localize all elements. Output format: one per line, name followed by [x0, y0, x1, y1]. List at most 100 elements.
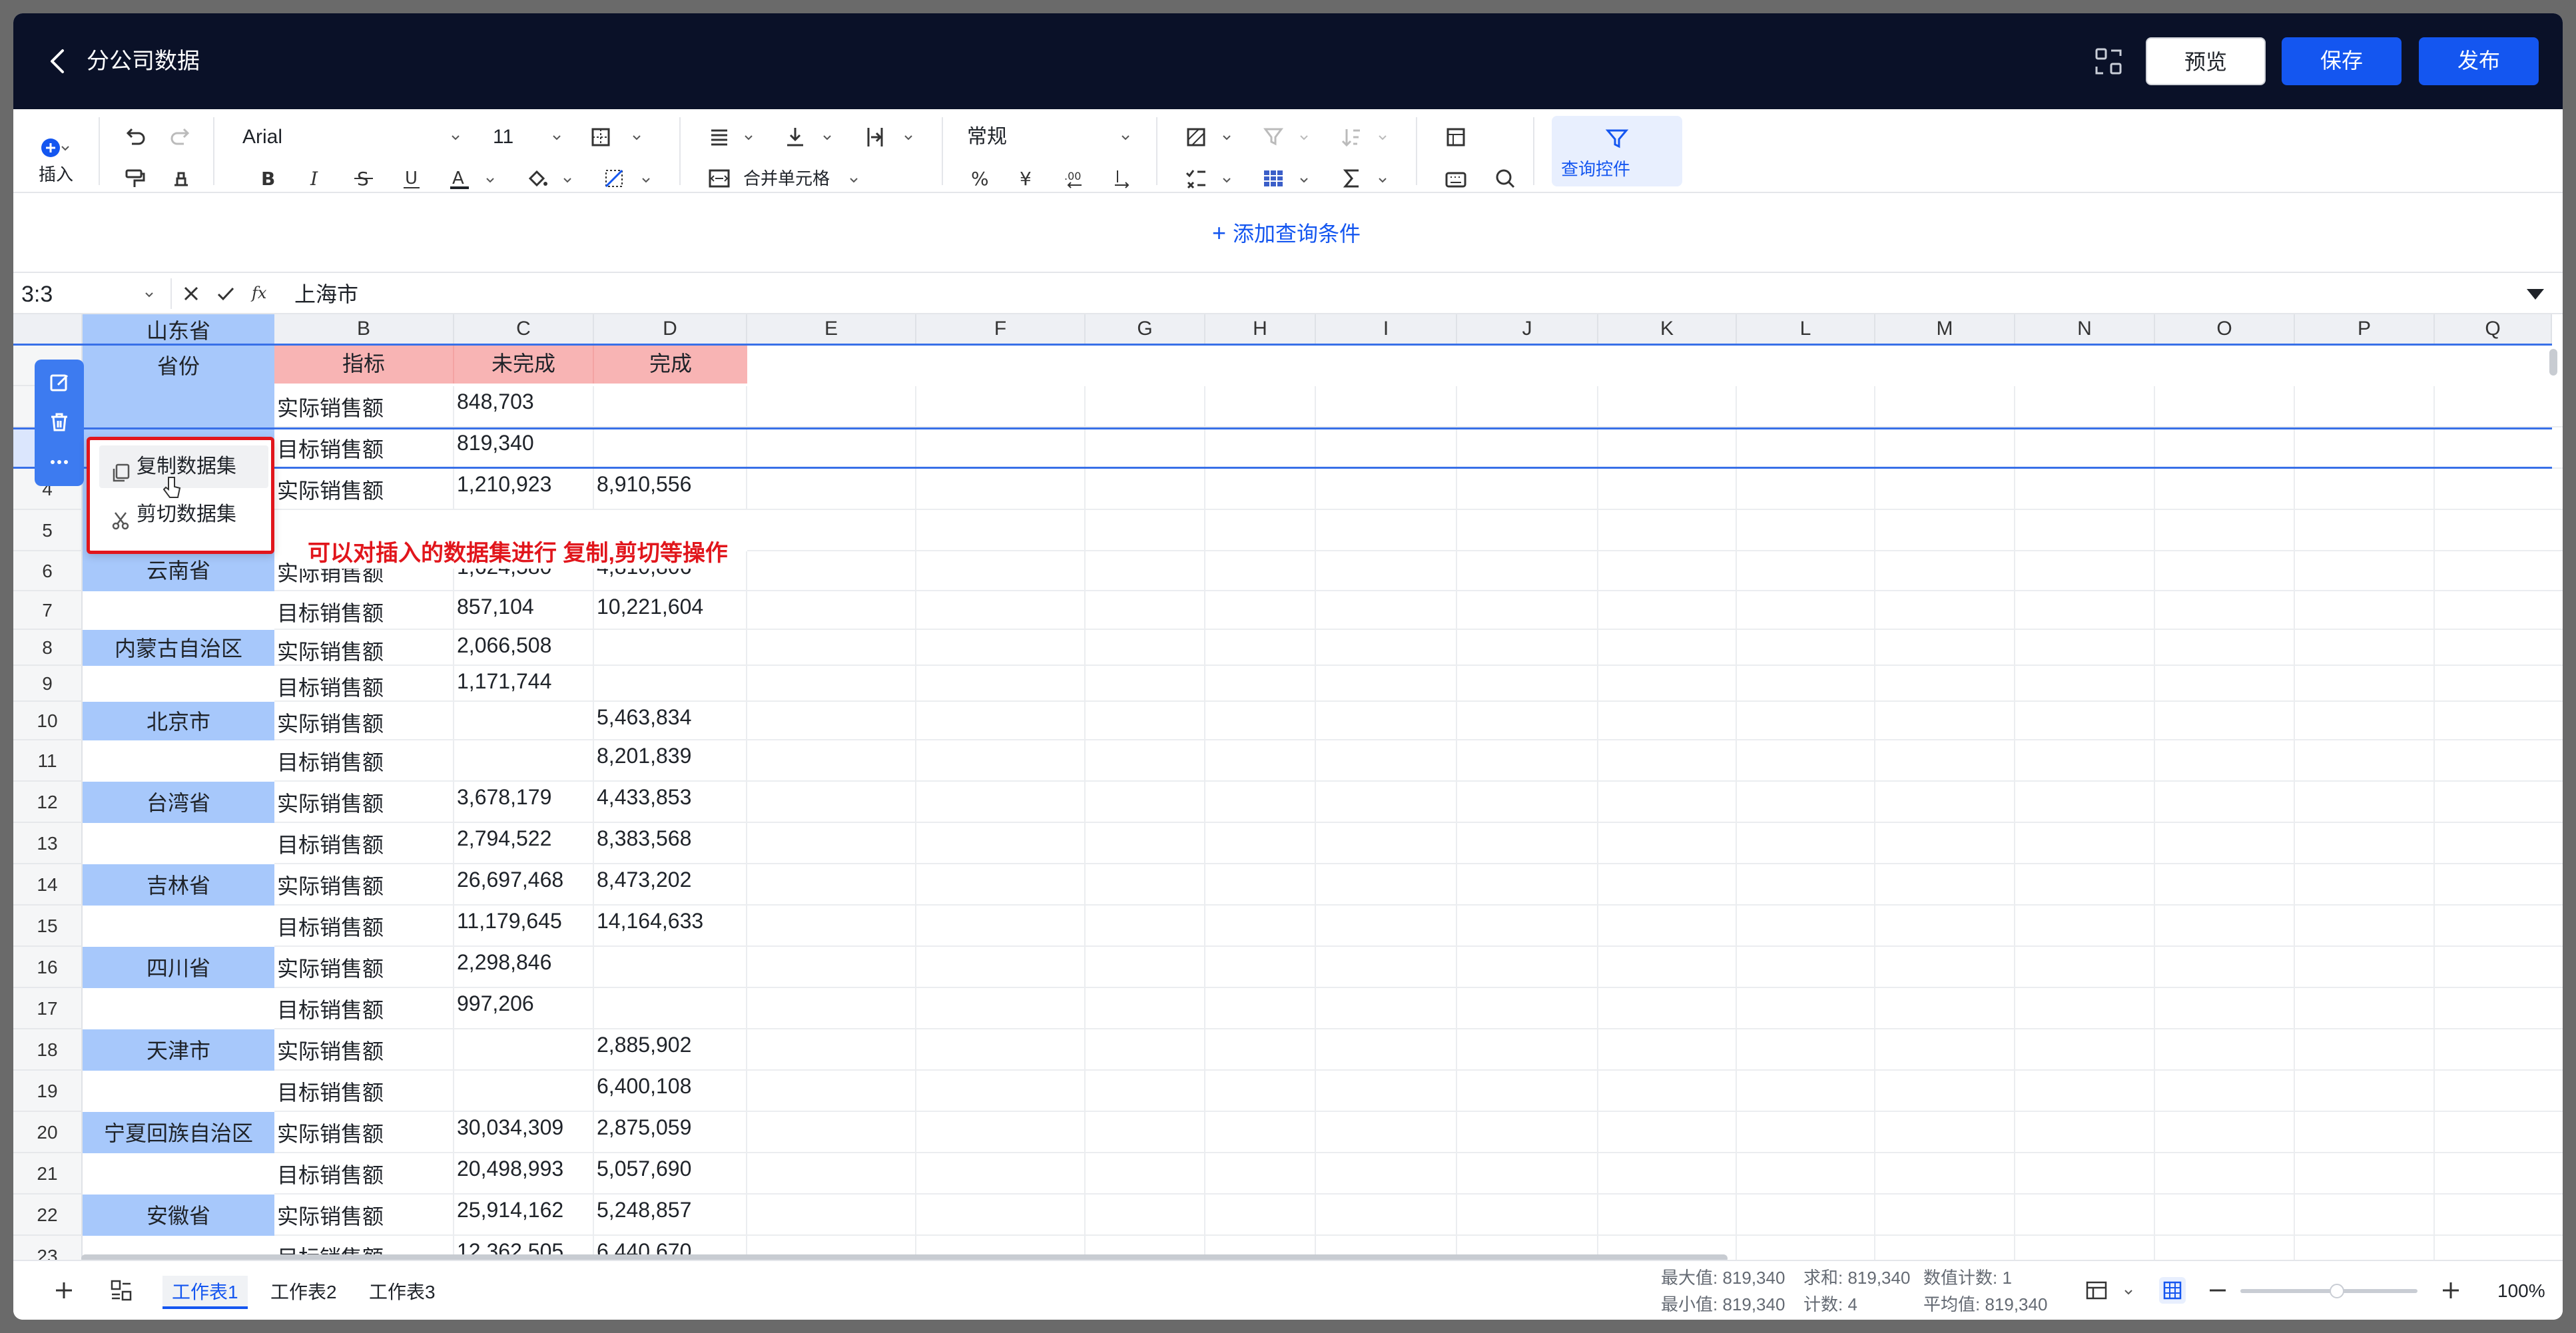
grid-cell[interactable] [1598, 740, 1737, 782]
grid-cell[interactable] [916, 823, 1086, 864]
complete-cell[interactable]: 4,433,853 [594, 782, 747, 823]
grid-cell[interactable] [1316, 591, 1457, 630]
grid-cell[interactable] [2295, 630, 2435, 666]
row-header[interactable]: 10 [13, 702, 83, 740]
row-header[interactable]: 21 [13, 1153, 83, 1195]
column-header[interactable]: C [454, 314, 594, 345]
grid-cell[interactable] [1316, 666, 1457, 702]
grid-cell[interactable] [1205, 864, 1316, 906]
grid-cell[interactable] [916, 591, 1086, 630]
metric-cell[interactable]: 目标销售额 [274, 906, 454, 947]
grid-cell[interactable] [1086, 823, 1205, 864]
incomplete-cell[interactable]: 25,914,162 [454, 1195, 594, 1236]
grid-cell[interactable] [2015, 469, 2155, 510]
chevron-down-icon[interactable] [1220, 131, 1233, 144]
grid-cell[interactable] [1598, 823, 1737, 864]
grid-cell[interactable] [1598, 906, 1737, 947]
grid-cell[interactable] [2435, 1029, 2563, 1071]
grid-cell[interactable] [2435, 864, 2563, 906]
grid-cell[interactable] [2155, 864, 2295, 906]
grid-cell[interactable] [1316, 1029, 1457, 1071]
grid-cell[interactable] [2155, 591, 2295, 630]
edit-icon[interactable] [46, 369, 73, 396]
grid-cell[interactable] [1316, 823, 1457, 864]
grid-cell[interactable] [2295, 988, 2435, 1029]
grid-cell[interactable] [1598, 510, 1737, 551]
grid-cell[interactable] [1457, 386, 1598, 427]
grid-cell[interactable] [2015, 906, 2155, 947]
grid-cell[interactable] [1316, 988, 1457, 1029]
grid-cell[interactable] [2435, 510, 2563, 551]
grid-cell[interactable] [1598, 988, 1737, 1029]
grid-cell[interactable] [1457, 1195, 1598, 1236]
grid-cell[interactable] [1086, 386, 1205, 427]
grid-cell[interactable] [747, 469, 916, 510]
grid-cell[interactable] [916, 906, 1086, 947]
more-options-icon[interactable] [46, 449, 73, 475]
grid-cell[interactable] [916, 666, 1086, 702]
zoom-slider-handle[interactable] [2330, 1284, 2344, 1298]
chevron-down-icon[interactable] [1297, 131, 1311, 144]
incomplete-cell[interactable]: 26,697,468 [454, 864, 594, 906]
grid-cell[interactable] [2435, 386, 2563, 427]
grid-cell[interactable] [747, 591, 916, 630]
grid-cell[interactable] [2435, 591, 2563, 630]
chevron-down-icon[interactable] [1297, 173, 1311, 186]
grid-cell[interactable] [1457, 666, 1598, 702]
bold-icon[interactable]: B [254, 165, 281, 192]
grid-cell[interactable] [1086, 702, 1205, 740]
grid-cell[interactable] [2155, 469, 2295, 510]
grid-cell[interactable] [747, 988, 916, 1029]
clear-format-icon[interactable] [168, 165, 194, 192]
grid-cell[interactable] [1875, 1112, 2015, 1153]
grid-cell[interactable] [747, 510, 916, 551]
grid-cell[interactable] [1737, 988, 1875, 1029]
chevron-down-icon[interactable] [449, 131, 462, 144]
complete-cell[interactable] [594, 947, 747, 988]
grid-cell[interactable] [2015, 666, 2155, 702]
complete-cell[interactable]: 8,383,568 [594, 823, 747, 864]
publish-button[interactable]: 发布 [2419, 37, 2539, 85]
grid-cell[interactable] [2295, 864, 2435, 906]
grid-cell[interactable] [1205, 1153, 1316, 1195]
grid-cell[interactable] [747, 1195, 916, 1236]
grid-cell[interactable] [916, 947, 1086, 988]
grid-cell[interactable] [1457, 630, 1598, 666]
row-header[interactable]: 17 [13, 988, 83, 1029]
grid-cell[interactable] [2155, 782, 2295, 823]
grid-cell[interactable] [2015, 740, 2155, 782]
grid-cell[interactable] [2295, 702, 2435, 740]
row-header[interactable]: 22 [13, 1195, 83, 1236]
column-header[interactable]: M [1875, 314, 2015, 345]
province-cell[interactable]: 吉林省 [83, 864, 274, 906]
grid-cell[interactable] [1737, 782, 1875, 823]
zoom-out-icon[interactable] [2204, 1277, 2231, 1304]
province-cell[interactable]: 内蒙古自治区 [83, 630, 274, 666]
grid-cell[interactable] [1737, 1236, 1875, 1260]
grid-cell[interactable] [1205, 1195, 1316, 1236]
column-header[interactable]: B [274, 314, 454, 345]
data-validation-icon[interactable] [1183, 165, 1209, 192]
complete-cell[interactable] [594, 386, 747, 427]
grid-cell[interactable] [747, 666, 916, 702]
grid-cell[interactable] [916, 740, 1086, 782]
grid-cell[interactable] [916, 1112, 1086, 1153]
grid-cell[interactable] [1457, 740, 1598, 782]
chevron-down-icon[interactable] [561, 173, 574, 186]
grid-cell[interactable] [2295, 469, 2435, 510]
grid-cell[interactable] [1598, 591, 1737, 630]
merge-cells-label[interactable]: 合并单元格 [743, 166, 830, 190]
grid-cell[interactable] [2155, 1112, 2295, 1153]
grid-cell[interactable] [2155, 1236, 2295, 1260]
grid-cell[interactable] [1598, 782, 1737, 823]
chevron-down-icon[interactable] [630, 131, 643, 144]
grid-cell[interactable] [2155, 1029, 2295, 1071]
province-cell[interactable]: 北京市 [83, 702, 274, 740]
complete-cell[interactable]: 5,057,690 [594, 1153, 747, 1195]
column-header[interactable]: E [747, 314, 916, 345]
grid-cell[interactable] [2015, 864, 2155, 906]
grid-cell[interactable] [2295, 740, 2435, 782]
grid-cell[interactable] [2015, 1071, 2155, 1112]
grid-cell[interactable] [1205, 702, 1316, 740]
add-sheet-plus-icon[interactable] [51, 1277, 77, 1304]
